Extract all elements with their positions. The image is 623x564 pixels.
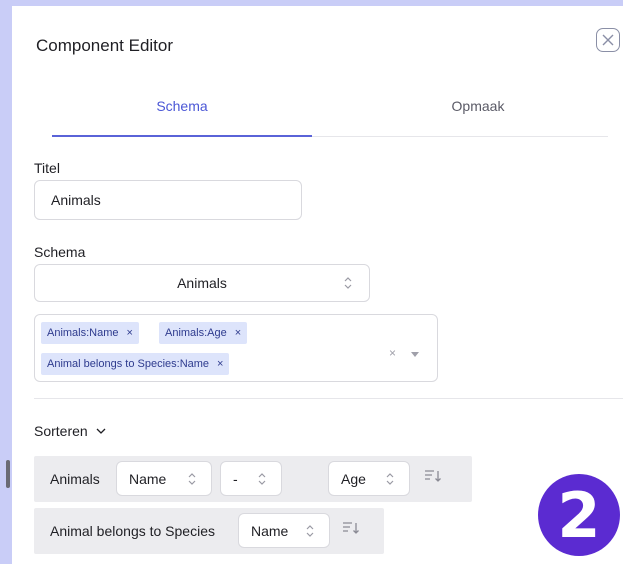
section-divider — [34, 398, 623, 399]
sort-field-value: Name — [251, 522, 289, 539]
sort-direction-icon[interactable] — [342, 521, 360, 535]
chevron-updown-icon — [344, 277, 352, 289]
sort-field-select[interactable]: Name — [238, 513, 330, 548]
schema-select[interactable]: Animals — [34, 264, 370, 302]
schema-label: Schema — [34, 244, 86, 260]
sort-field-select[interactable]: Name — [116, 461, 212, 496]
tab-divider — [312, 136, 608, 137]
chevron-updown-icon — [258, 473, 266, 485]
field-tag: Animal belongs to Species:Name × — [41, 353, 230, 375]
sort-row: Animals Name - Age — [34, 456, 472, 502]
chevron-down-icon — [96, 428, 106, 434]
remove-tag-icon[interactable]: × — [127, 327, 133, 339]
sort-field-value: Age — [341, 470, 366, 487]
close-button[interactable] — [596, 28, 620, 52]
tab-opmaak-label: Opmaak — [451, 98, 505, 114]
step-number: 2 — [557, 478, 601, 552]
field-tag: Animals:Age × — [159, 322, 248, 344]
step-number-badge: 2 — [538, 474, 620, 556]
chevron-updown-icon — [386, 473, 394, 485]
editor-title: Component Editor — [36, 36, 174, 55]
tab-bar: Schema Opmaak — [52, 98, 608, 140]
sort-field-value: Name — [129, 470, 167, 487]
schema-fields-multiselect[interactable]: Animals:Name × Animals:Age × Animal belo… — [34, 314, 438, 382]
remove-tag-icon[interactable]: × — [217, 358, 223, 370]
sorteren-toggle[interactable]: Sorteren — [34, 423, 106, 439]
component-editor-panel: Component Editor Schema Opmaak Titel Ani… — [12, 6, 623, 564]
chevron-updown-icon — [188, 473, 196, 485]
titel-label: Titel — [34, 160, 60, 176]
remove-tag-icon[interactable]: × — [235, 327, 241, 339]
sort-row: Animal belongs to Species Name — [34, 508, 384, 554]
dropdown-caret-icon[interactable] — [411, 352, 419, 357]
sort-row-entity: Animal belongs to Species — [50, 523, 215, 539]
clear-all-icon[interactable]: × — [389, 346, 396, 360]
chevron-updown-icon — [306, 525, 314, 537]
sort-direction-icon[interactable] — [424, 469, 442, 483]
field-tag-label: Animal belongs to Species:Name — [47, 358, 210, 370]
tab-schema[interactable]: Schema — [52, 98, 312, 138]
sort-operator-value: - — [233, 470, 238, 487]
field-tag-label: Animals:Age — [165, 327, 227, 339]
titel-input[interactable]: Animals — [34, 180, 302, 220]
titel-input-value: Animals — [51, 192, 101, 208]
drag-handle[interactable] — [6, 460, 10, 488]
sorteren-label: Sorteren — [34, 423, 88, 439]
sort-field-select[interactable]: Age — [328, 461, 410, 496]
close-icon — [602, 34, 614, 46]
tab-schema-label: Schema — [156, 98, 208, 114]
schema-select-value: Animals — [177, 275, 227, 291]
sort-row-entity: Animals — [50, 471, 100, 487]
field-tag: Animals:Name × — [41, 322, 139, 344]
sort-operator-select[interactable]: - — [220, 461, 282, 496]
tab-opmaak[interactable]: Opmaak — [348, 98, 608, 138]
field-tag-label: Animals:Name — [47, 327, 119, 339]
active-tab-indicator — [52, 135, 312, 137]
